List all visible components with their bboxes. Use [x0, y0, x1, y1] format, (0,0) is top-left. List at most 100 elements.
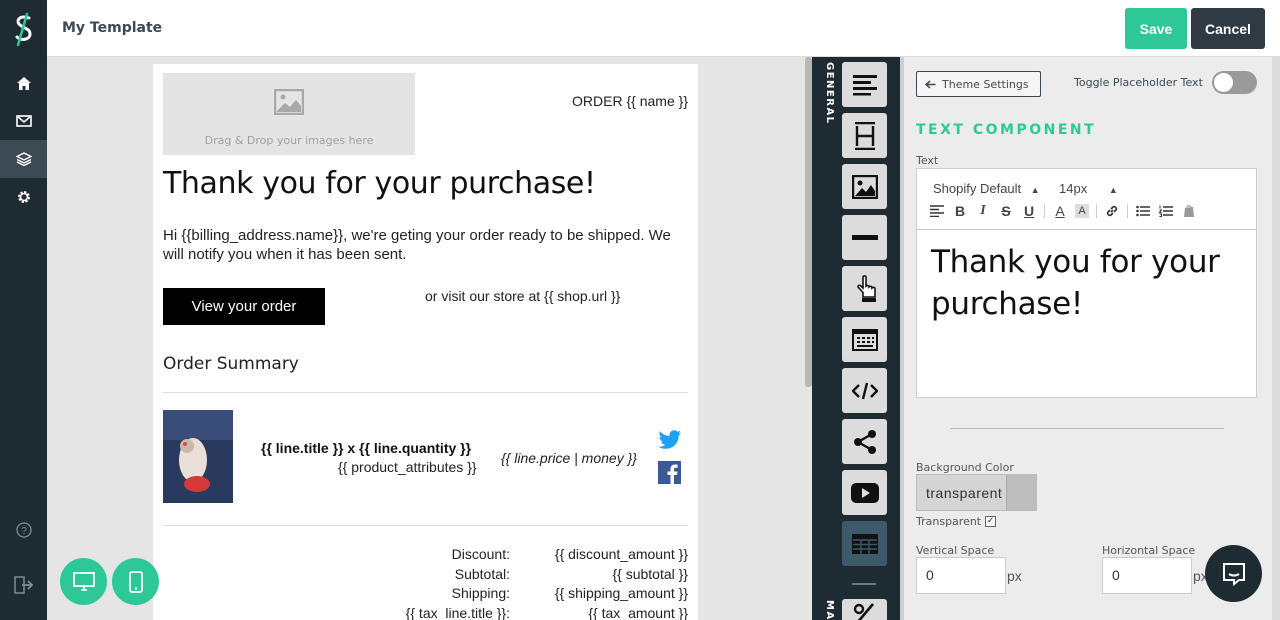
visit-store-text[interactable]: or visit our store at {{ shop.url }}	[425, 288, 620, 304]
facebook-icon[interactable]	[658, 461, 681, 484]
order-name: ORDER {{ name }}	[572, 93, 688, 109]
chat-button[interactable]	[1205, 545, 1262, 602]
bullet-list-icon[interactable]	[1135, 203, 1151, 219]
shipping-label: Shipping:	[451, 585, 510, 601]
transparent-label: Transparent	[916, 515, 982, 528]
image-icon	[851, 174, 878, 199]
editor-content[interactable]: Thank you for your purchase!	[931, 241, 1231, 325]
tool-html-block[interactable]	[842, 317, 887, 362]
divider	[163, 392, 688, 393]
percent-icon	[853, 603, 874, 620]
toggle-placeholder-label: Toggle Placeholder Text	[1074, 76, 1203, 89]
tool-text[interactable]	[842, 62, 887, 107]
image-placeholder-icon	[274, 89, 304, 115]
sidebar-item-settings[interactable]	[0, 178, 47, 216]
align-left-icon[interactable]	[929, 203, 945, 219]
desktop-preview-button[interactable]	[60, 558, 107, 605]
vertical-space-input[interactable]: 0	[916, 557, 1006, 594]
strikethrough-icon[interactable]: S	[998, 203, 1014, 219]
shopify-icon[interactable]	[1181, 203, 1197, 219]
image-dropzone[interactable]: Drag & Drop your images here	[163, 73, 415, 155]
tab-main[interactable]: MAI	[813, 600, 835, 620]
editor-toolbar: Shopify Default ▲​ 14px ▲​ B I S U A A	[917, 169, 1256, 230]
intro-text[interactable]: Hi {{billing_address.name}}, we're getin…	[163, 226, 688, 264]
tool-button[interactable]	[842, 266, 887, 311]
discount-label: Discount:	[451, 546, 510, 562]
headline-text[interactable]: Thank you for your purchase!	[163, 166, 596, 201]
link-icon[interactable]	[1104, 203, 1120, 219]
font-family-select[interactable]: Shopify Default ▲​	[933, 181, 1040, 196]
twitter-icon[interactable]	[658, 430, 682, 450]
save-button[interactable]: Save	[1125, 8, 1187, 49]
theme-settings-label: Theme Settings	[942, 77, 1029, 91]
section-title: TEXT COMPONENT	[916, 122, 1097, 138]
color-swatch[interactable]	[1006, 475, 1036, 510]
line-price: {{ line.price | money }}	[501, 450, 637, 466]
tax-value: {{ tax_amount }}	[588, 604, 688, 620]
sidebar-item-mail[interactable]	[0, 102, 47, 140]
sidebar-item-home[interactable]	[0, 64, 47, 102]
subtotal-value: {{ subtotal }}	[612, 565, 688, 582]
text-editor[interactable]: Shopify Default ▲​ 14px ▲​ B I S U A A T…	[916, 168, 1257, 398]
home-icon	[16, 76, 31, 90]
bg-color-field[interactable]: transparent	[916, 474, 1037, 511]
youtube-icon	[850, 482, 879, 503]
bold-icon[interactable]: B	[952, 203, 968, 219]
font-size-value: 14px	[1059, 181, 1088, 196]
top-bar: My Template Save Cancel	[47, 0, 1280, 57]
tool-youtube[interactable]	[842, 470, 887, 515]
tool-divider[interactable]	[842, 215, 887, 260]
panel-scrollbar[interactable]	[1272, 57, 1280, 620]
order-summary-title[interactable]: Order Summary	[163, 354, 299, 374]
bg-color-value: transparent	[926, 484, 1003, 501]
divider	[950, 428, 1224, 429]
tool-table[interactable]	[842, 521, 887, 566]
highlight-icon[interactable]: A	[1075, 204, 1089, 218]
toggle-placeholder-switch[interactable]	[1212, 71, 1257, 94]
chat-icon	[1222, 562, 1245, 586]
app-logo-icon	[15, 12, 32, 47]
arrow-left-icon	[925, 79, 936, 89]
tool-code[interactable]	[842, 368, 887, 413]
tool-share[interactable]	[842, 419, 887, 464]
button-icon	[856, 274, 876, 302]
divider-icon	[851, 234, 878, 240]
tab-general[interactable]: GENERAL	[813, 62, 835, 125]
dropzone-text: Drag & Drop your images here	[204, 134, 374, 147]
transparent-checkbox[interactable]: ✓	[985, 516, 997, 527]
horizontal-space-input[interactable]: 0	[1102, 557, 1192, 594]
tool-image[interactable]	[842, 164, 887, 209]
page-title: My Template	[62, 20, 163, 36]
line-title: {{ line.title }} x {{ line.quantity }}	[261, 440, 472, 456]
logout-icon	[13, 576, 33, 594]
italic-icon[interactable]: I	[975, 203, 991, 219]
canvas-scrollbar[interactable]	[805, 57, 812, 387]
totals-values: {{ discount_amount }} {{ subtotal }} {{ …	[555, 545, 688, 620]
svg-text:?: ?	[21, 526, 27, 537]
text-color-icon[interactable]: A	[1052, 203, 1068, 219]
toolbar-separator	[1096, 204, 1097, 218]
layers-icon	[15, 152, 32, 166]
font-family-value: Shopify Default	[933, 181, 1022, 196]
left-sidebar: ?	[0, 0, 47, 620]
cancel-button[interactable]: Cancel	[1191, 8, 1265, 49]
sidebar-item-layers[interactable]	[0, 140, 47, 178]
numbered-list-icon[interactable]	[1158, 203, 1174, 219]
view-order-button[interactable]: View your order	[163, 288, 325, 325]
tool-spacer[interactable]	[842, 113, 887, 158]
font-size-select[interactable]: 14px ▲​	[1059, 181, 1118, 196]
mobile-preview-button[interactable]	[112, 558, 159, 605]
totals-labels: Discount: Subtotal: Shipping: {{ tax_lin…	[406, 545, 510, 620]
horizontal-space-label: Horizontal Space	[1102, 544, 1196, 557]
gear-icon	[17, 191, 30, 203]
tool-percent[interactable]	[842, 599, 887, 620]
share-icon	[853, 429, 876, 454]
help-button[interactable]: ?	[0, 511, 47, 549]
select-arrows-icon: ▲​	[1030, 185, 1040, 195]
underline-icon[interactable]: U	[1021, 203, 1037, 219]
help-icon: ?	[15, 522, 32, 538]
theme-settings-button[interactable]: Theme Settings	[916, 71, 1041, 97]
tax-label: {{ tax_line.title }}:	[405, 604, 510, 620]
transparent-option[interactable]: Transparent ✓	[916, 515, 997, 528]
logout-button[interactable]	[0, 566, 47, 604]
